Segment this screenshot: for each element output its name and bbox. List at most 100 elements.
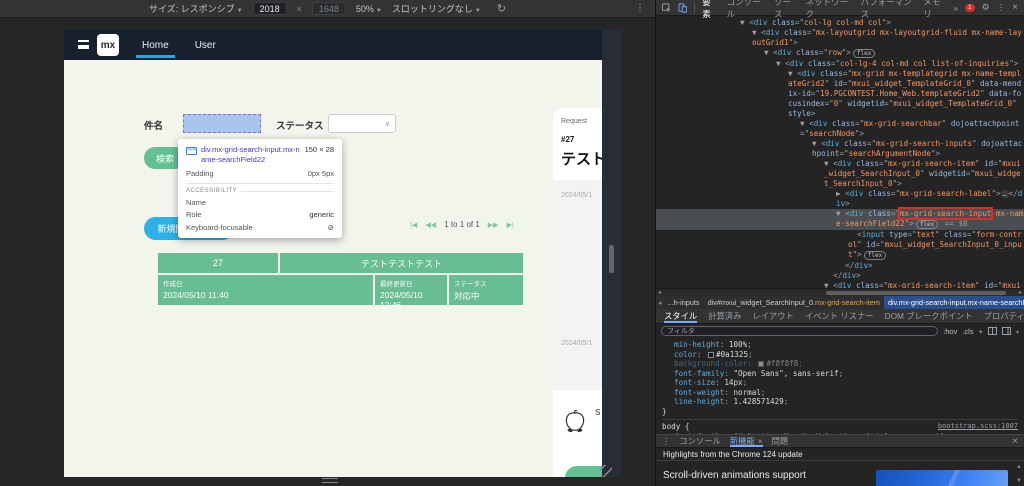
tree-node[interactable]: ▼ <div class="mx-grid-search-inputs" doj… [656,139,1024,159]
sidebar-tab-レイアウト[interactable]: レイアウト [752,309,794,323]
app-logo[interactable]: mx [97,34,119,56]
css-property-value: normal [733,388,760,397]
css-property[interactable]: font-size: 14px; [662,378,1018,388]
breadcrumb-item[interactable]: ...h-inputs [664,296,704,309]
tree-node[interactable]: <input type="text" class="form-control" … [656,230,1024,261]
css-selector[interactable]: body { [662,422,689,432]
sidebar-tab-プロパティ[interactable]: プロパティ [984,309,1024,323]
devtools-close-icon[interactable]: × [1012,2,1018,13]
hamburger-menu-icon[interactable] [78,40,89,49]
first-page-button[interactable]: |◀ [410,221,417,229]
last-page-button[interactable]: ▶| [507,221,514,229]
flex-badge: flex [916,220,938,229]
color-swatch[interactable] [758,361,764,367]
page-scrollbar[interactable] [602,30,621,477]
nav-tab-home[interactable]: Home [140,40,171,51]
device-toolbar-kebab-icon[interactable]: ⋮ [635,3,645,14]
responsive-size-dropdown[interactable]: サイズ: レスポンシブ▼ [149,2,243,15]
styles-filter-input[interactable]: フィルタ [661,326,938,336]
code-token: "> [853,250,862,259]
tree-horizontal-scrollbar[interactable]: ◂ ▸ [656,288,1024,296]
viewport-width-input[interactable]: 2018 [253,2,287,15]
scroll-up-icon[interactable]: ▲ [1016,464,1022,470]
code-token: =" [993,159,1002,168]
scroll-down-icon[interactable]: ▼ [1016,478,1022,484]
rotate-viewport-icon[interactable]: ↻ [497,2,506,15]
tree-node[interactable]: ▼ <div class="row">flex [656,48,1024,59]
tree-node[interactable]: ▼ <div class="col-lg col-md col"> [656,18,1024,28]
css-property-value: 14px [724,378,742,387]
drawer-tab-問題[interactable]: 問題 [772,435,789,447]
page-scrollbar-thumb[interactable] [609,245,614,273]
devtools-kebab-icon[interactable]: ⋮ [997,2,1006,13]
css-property[interactable]: font-weight: normal; [662,388,1018,398]
tree-node[interactable]: ▼ <div class="mx-grid mx-templategrid mx… [656,69,1024,119]
sidebar-tab-スタイル[interactable]: スタイル [664,309,697,323]
prev-page-button[interactable]: ◀◀ [425,221,436,229]
computed-panel-icon[interactable] [1002,327,1011,335]
sidebar-tab-計算済み[interactable]: 計算済み [708,309,741,323]
sidebar-tab-イベント リスナー[interactable]: イベント リスナー [805,309,874,323]
subject-input[interactable] [183,114,261,133]
code-token: =" [800,129,809,138]
drawer-kebab-icon[interactable]: ⋮ [662,436,670,446]
tree-node[interactable]: ▼ <div class="mx-grid-searchbar" dojoatt… [656,119,1024,139]
inquiry-table[interactable]: 27テストテストテスト 作成日2024/05/10 11:40最終更新日2024… [158,253,523,307]
error-badge[interactable]: 1 [965,4,975,12]
style-toolbar-item[interactable]: :hov [943,327,957,336]
style-toolbar-item[interactable]: + [979,327,983,336]
crumb-scroll-left-icon[interactable]: ◂ [656,299,664,307]
tree-node[interactable]: ▶ <div class="mx-grid-search-label">…</d… [656,189,1024,209]
viewport-resize-corner[interactable] [600,465,612,477]
code-token: ▶ [836,189,845,198]
settings-gear-icon[interactable]: ⚙ [982,2,990,13]
more-tabs-icon[interactable]: » [953,3,958,13]
drawer-tab-新機能[interactable]: 新機能× [730,435,763,447]
css-property[interactable]: min-height: 100%; [662,340,1018,350]
device-toolbar-toggle-icon[interactable] [678,3,687,13]
tree-node[interactable]: ▼ <div class="mx-grid-search-input mx-na… [656,209,1024,230]
css-property[interactable]: line-height: 1.428571429; [662,397,1018,407]
reply-button[interactable]: へんしん [565,466,602,477]
zoom-dropdown[interactable]: 50%▼ [356,4,382,14]
viewport-height-input[interactable]: 1648 [312,2,346,15]
css-property[interactable]: font-family: "Open Sans", sans-serif; [662,369,1018,379]
sidebar-tab-DOM ブレークポイント[interactable]: DOM ブレークポイント [885,309,973,323]
style-toolbar-item[interactable]: .cls [962,327,973,336]
code-token: > [868,261,873,270]
drawer-close-icon[interactable]: × [1012,436,1018,447]
css-semicolon: ; [839,369,844,378]
css-semicolon: ; [798,359,803,368]
tree-hscroll-thumb[interactable] [826,291,1006,295]
color-swatch[interactable] [708,352,714,358]
tree-node[interactable]: </div> [656,271,1024,281]
throttling-dropdown[interactable]: スロットリングなし▼ [392,2,481,15]
stylesheet-link[interactable]: bootstrap.scss:1007 [938,422,1018,432]
breadcrumb-item-selected[interactable]: div.mx-grid-search-input.mx-name-searchF… [884,296,1024,309]
status-select[interactable]: ∨ [328,114,396,133]
css-property[interactable]: color: #0a1325; [662,350,1018,360]
viewport-drag-handle[interactable] [322,478,338,483]
scroll-up-icon[interactable]: ▴ [1016,328,1019,335]
highlighted-class-name: mx-grid-search-input [900,209,991,218]
whats-new-thumbnail[interactable] [876,470,1008,486]
tree-node[interactable]: </div> [656,261,1024,271]
whats-new-item-title[interactable]: Scroll-driven animations support [663,470,806,481]
tree-node[interactable]: ▼ <div class="mx-grid-search-item" id="m… [656,281,1024,288]
drawer-tab-コンソール[interactable]: コンソール [679,435,721,447]
code-token: =" [795,18,804,27]
tree-node[interactable]: ▼ <div class="col-lg-4 col-md col list-o… [656,59,1024,69]
code-token: text [917,230,935,239]
request-title: テスト [553,144,602,169]
tab-close-icon[interactable]: × [758,436,763,446]
code-token: =" [839,149,848,158]
next-page-button[interactable]: ▶▶ [488,221,499,229]
nav-tab-user[interactable]: User [193,40,218,51]
tree-node[interactable]: ▼ <div class="mx-grid-search-item" id="m… [656,159,1024,189]
inspect-element-icon[interactable] [662,3,671,13]
grid-mode-icon[interactable] [988,327,997,335]
pagination: |◀ ◀◀ 1 to 1 of 1 ▶▶ ▶| [382,220,542,229]
css-property[interactable]: background-color: #f8f8f8; [662,359,1018,369]
tree-node[interactable]: ▼ <div class="mx-layoutgrid mx-layoutgri… [656,28,1024,48]
breadcrumb-item[interactable]: div#mxui_widget_SearchInput_0.mx-grid-se… [704,296,884,309]
